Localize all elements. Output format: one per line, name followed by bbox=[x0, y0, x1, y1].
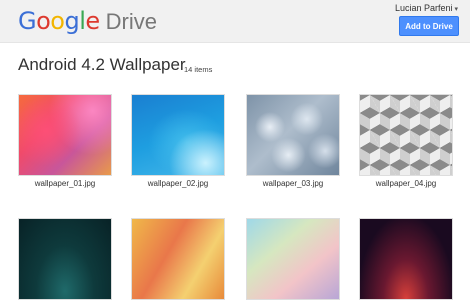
file-name[interactable]: wallpaper_03.jpg bbox=[238, 179, 348, 188]
file-thumbnail[interactable] bbox=[359, 218, 453, 300]
item-count: 14 items bbox=[184, 65, 213, 74]
google-drive-logo[interactable]: Google Drive bbox=[18, 7, 157, 35]
logo-product-name: Drive bbox=[105, 9, 157, 34]
add-to-drive-button[interactable]: Add to Drive bbox=[399, 16, 459, 36]
logo-letter-o2: o bbox=[50, 7, 65, 35]
logo-letter-g2: g bbox=[64, 7, 80, 35]
account-menu[interactable]: Lucian Parfeni ▾ bbox=[395, 3, 458, 13]
chevron-down-icon: ▾ bbox=[454, 6, 458, 13]
logo-letter-g1: G bbox=[18, 7, 37, 35]
folder-title: Android 4.2 Wallpaper bbox=[18, 55, 186, 74]
file-name[interactable]: wallpaper_04.jpg bbox=[351, 179, 461, 188]
file-name[interactable]: wallpaper_02.jpg bbox=[123, 179, 233, 188]
file-thumbnail[interactable] bbox=[18, 218, 112, 300]
file-thumbnail[interactable] bbox=[246, 218, 340, 300]
file-name[interactable]: wallpaper_01.jpg bbox=[10, 179, 120, 188]
file-thumbnail[interactable] bbox=[131, 218, 225, 300]
file-thumbnail[interactable] bbox=[246, 94, 340, 176]
file-thumbnail[interactable] bbox=[18, 94, 112, 176]
file-thumbnail[interactable] bbox=[131, 94, 225, 176]
file-thumbnail[interactable] bbox=[359, 94, 453, 176]
logo-letter-e: e bbox=[85, 7, 100, 35]
app-header: Google Drive Lucian Parfeni ▾ Add to Drive bbox=[0, 0, 470, 43]
logo-letter-o1: o bbox=[36, 7, 51, 35]
user-name: Lucian Parfeni bbox=[394, 3, 453, 13]
